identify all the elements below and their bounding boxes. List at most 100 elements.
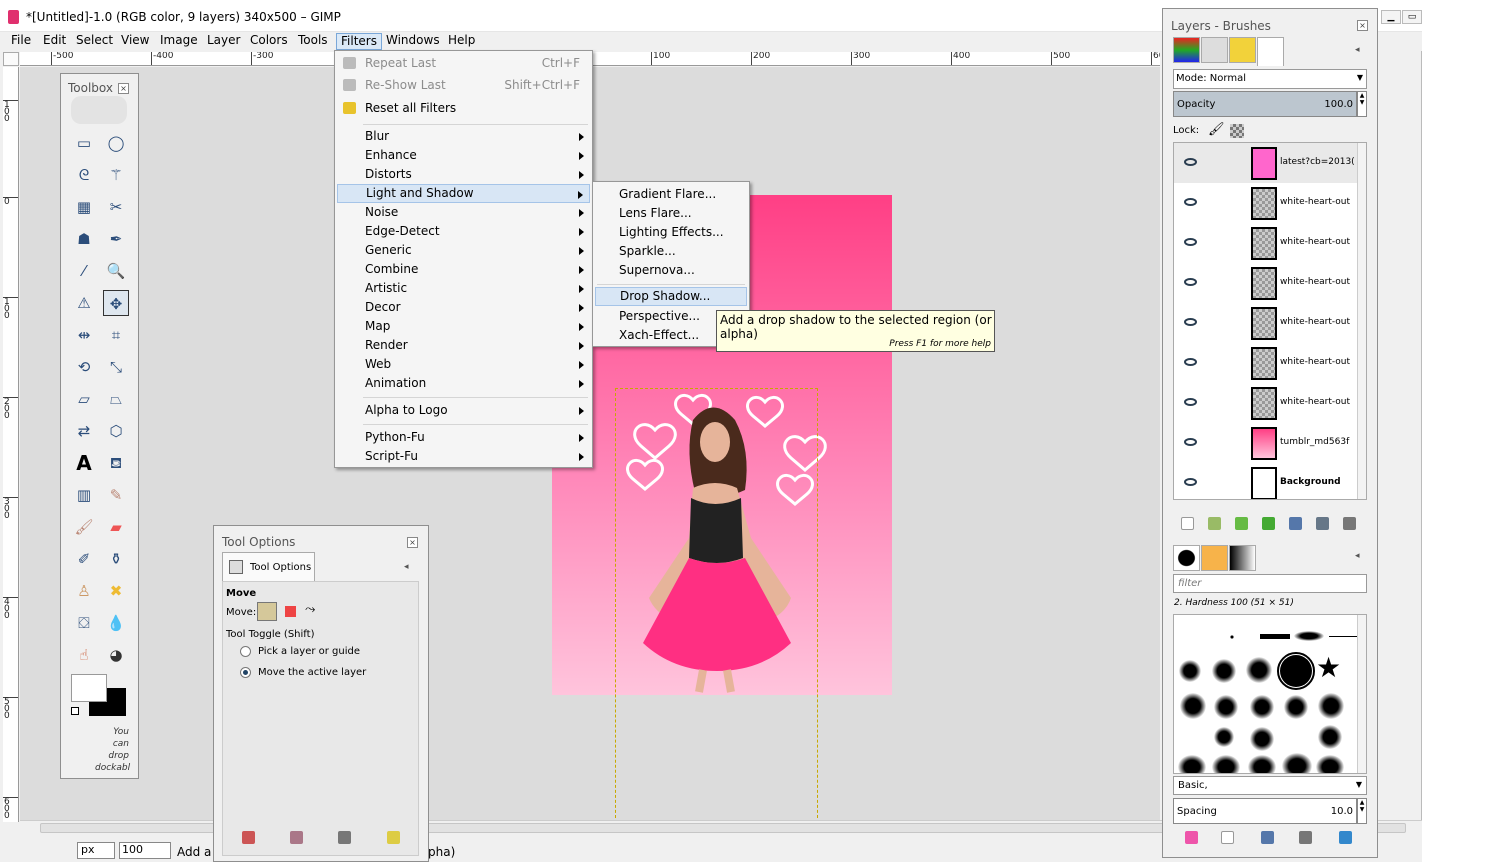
paintbrush-tool[interactable]: 🖌 — [71, 514, 97, 540]
delete-brush-icon[interactable] — [1299, 831, 1312, 844]
brush-swatch[interactable] — [1282, 753, 1312, 773]
brush-swatch[interactable] — [1214, 727, 1234, 747]
foreground-select-tool[interactable]: ☗ — [71, 226, 97, 252]
eye-icon[interactable] — [1184, 198, 1197, 206]
restore-options-icon[interactable] — [290, 831, 303, 844]
delete-layer-icon[interactable] — [1343, 517, 1356, 530]
menu-item-script-fu[interactable]: Script-Fu — [337, 447, 590, 466]
panel-menu-icon[interactable]: ◂ — [1355, 45, 1360, 55]
pencil-tool[interactable]: ✎ — [103, 482, 129, 508]
brush-swatch[interactable] — [1178, 755, 1206, 773]
lower-layer-icon[interactable] — [1262, 517, 1275, 530]
menu-item-distorts[interactable]: Distorts — [337, 165, 590, 184]
brush-swatch[interactable] — [1248, 755, 1276, 773]
tab-patterns[interactable] — [1201, 545, 1228, 571]
menu-item-generic[interactable]: Generic — [337, 241, 590, 260]
eye-icon[interactable] — [1184, 478, 1197, 486]
cage-transform-tool[interactable]: ⬡ — [103, 418, 129, 444]
brush-swatch[interactable] — [1284, 695, 1308, 719]
layer-row[interactable]: latest?cb=2013( — [1174, 143, 1357, 183]
move-tool[interactable]: ✥ — [103, 290, 129, 316]
menu-item-alpha-to-logo[interactable]: Alpha to Logo — [337, 401, 590, 420]
eye-icon[interactable] — [1184, 278, 1197, 286]
brush-preset-select[interactable]: Basic, ▼ — [1173, 776, 1367, 795]
eye-icon[interactable] — [1184, 238, 1197, 246]
perspective-tool[interactable]: ⏢ — [103, 386, 129, 412]
layer-row[interactable]: white-heart-out — [1174, 223, 1357, 263]
menu-item-artistic[interactable]: Artistic — [337, 279, 590, 298]
menu-filters[interactable]: Filters — [336, 33, 382, 50]
raise-layer-icon[interactable] — [1235, 517, 1248, 530]
brush-swatch[interactable] — [1212, 659, 1236, 683]
tab-brushes[interactable] — [1173, 545, 1200, 571]
move-selection-icon[interactable] — [285, 606, 296, 617]
layer-row[interactable]: white-heart-out — [1174, 343, 1357, 383]
color-picker-tool[interactable]: ⁄ — [71, 258, 97, 284]
rect-select-tool[interactable]: ▭ — [71, 130, 97, 156]
menu-windows[interactable]: Windows — [382, 33, 444, 50]
blur-sharpen-tool[interactable]: 💧 — [103, 610, 129, 636]
brush-swatch[interactable] — [1212, 755, 1240, 773]
tab-paths[interactable] — [1201, 37, 1228, 63]
menu-item-supernova[interactable]: Supernova... — [595, 261, 747, 280]
brush-grid[interactable]: ★ — [1173, 614, 1367, 774]
layer-row[interactable]: white-heart-out — [1174, 383, 1357, 423]
rotate-tool[interactable]: ⟲ — [71, 354, 97, 380]
menu-item-repeat-last[interactable]: Repeat Last Ctrl+F — [337, 54, 590, 73]
menu-select[interactable]: Select — [72, 33, 117, 50]
eye-icon[interactable] — [1184, 158, 1197, 166]
measure-tool[interactable]: ⚠ — [71, 290, 97, 316]
menu-item-decor[interactable]: Decor — [337, 298, 590, 317]
spacing-spinner[interactable]: ▲ ▼ — [1357, 798, 1367, 824]
scale-tool[interactable]: ⤡ — [103, 354, 129, 380]
tab-layers[interactable] — [1173, 37, 1200, 63]
text-tool[interactable]: A — [71, 450, 97, 476]
eye-icon[interactable] — [1184, 358, 1197, 366]
menu-item-web[interactable]: Web — [337, 355, 590, 374]
brush-swatch[interactable] — [1318, 693, 1344, 719]
fuzzy-select-tool[interactable]: ⚚ — [103, 162, 129, 188]
clone-tool[interactable]: ♙ — [71, 578, 97, 604]
move-path-icon[interactable]: ⤳ — [305, 602, 315, 617]
lock-pixels-icon[interactable]: 🖌 — [1208, 122, 1225, 137]
foreground-color[interactable] — [71, 674, 107, 702]
menu-image[interactable]: Image — [156, 33, 202, 50]
close-icon[interactable]: × — [1357, 20, 1368, 31]
ruler-corner-button[interactable] — [3, 52, 19, 66]
brush-swatch[interactable] — [1318, 725, 1342, 749]
delete-options-icon[interactable] — [338, 831, 351, 844]
duplicate-brush-icon[interactable] — [1261, 831, 1274, 844]
eraser-tool[interactable]: ▰ — [103, 514, 129, 540]
maximize-button[interactable]: ▭ — [1402, 10, 1422, 24]
vertical-ruler[interactable]: 100 0 100 200 300 400 500 600 — [3, 67, 19, 822]
layer-row[interactable]: white-heart-out — [1174, 263, 1357, 303]
layer-row[interactable]: Background — [1174, 463, 1357, 499]
scissors-tool[interactable]: ✂ — [103, 194, 129, 220]
fg-bg-color-swatches[interactable] — [71, 674, 127, 718]
menu-item-animation[interactable]: Animation — [337, 374, 590, 393]
airbrush-tool[interactable]: ✐ — [71, 546, 97, 572]
paths-tool[interactable]: ✒ — [103, 226, 129, 252]
eye-icon[interactable] — [1184, 318, 1197, 326]
brush-swatch[interactable] — [1260, 634, 1290, 639]
star-brush[interactable]: ★ — [1316, 653, 1341, 683]
menu-item-sparkle[interactable]: Sparkle... — [595, 242, 747, 261]
menu-file[interactable]: File — [7, 33, 35, 50]
crop-tool[interactable]: ⌗ — [103, 322, 129, 348]
menu-item-reset-filters[interactable]: Reset all Filters — [337, 99, 590, 118]
free-select-tool[interactable]: ᘓ — [71, 162, 97, 188]
panel-menu-icon[interactable]: ◂ — [404, 562, 409, 572]
align-tool[interactable]: ⇹ — [71, 322, 97, 348]
ellipse-select-tool[interactable]: ◯ — [103, 130, 129, 156]
brush-spacing-slider[interactable]: Spacing 10.0 — [1173, 798, 1357, 824]
lock-alpha-icon[interactable] — [1230, 124, 1244, 138]
layer-mode-select[interactable]: Mode: Normal ▼ — [1173, 69, 1367, 89]
menu-item-render[interactable]: Render — [337, 336, 590, 355]
brush-swatch[interactable] — [1329, 636, 1359, 637]
zoom-input[interactable]: 100 — [119, 842, 171, 859]
menu-item-gradient-flare[interactable]: Gradient Flare... — [595, 185, 747, 204]
menu-item-python-fu[interactable]: Python-Fu — [337, 428, 590, 447]
save-options-icon[interactable] — [242, 831, 255, 844]
eye-icon[interactable] — [1184, 438, 1197, 446]
tab-undo[interactable] — [1229, 37, 1256, 63]
